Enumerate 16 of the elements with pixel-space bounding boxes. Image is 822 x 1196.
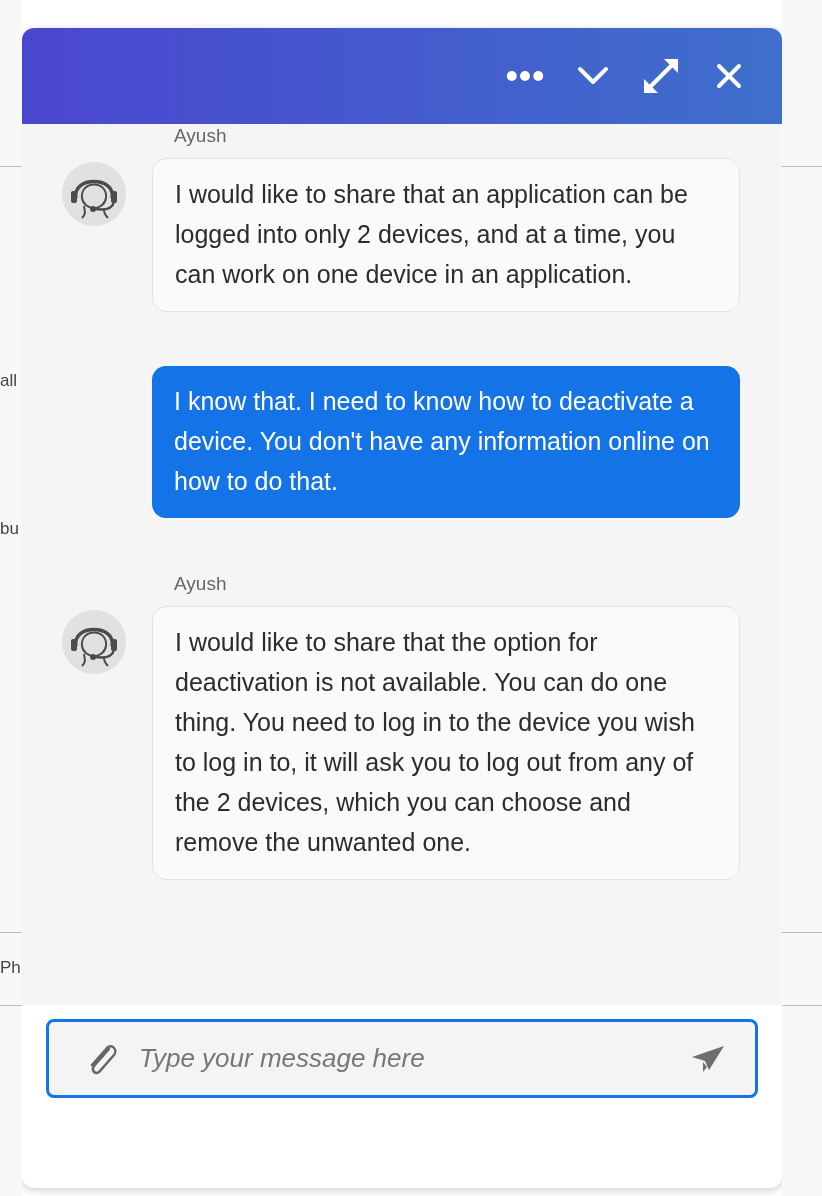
send-button[interactable] xyxy=(691,1043,725,1074)
page-text: all xyxy=(0,370,17,392)
sender-name: Ayush xyxy=(174,572,228,596)
message-box[interactable]: Type your message here xyxy=(46,1019,758,1098)
user-message: I know that. I need to know how to deactivate a device. You don't have any information online on how to do that. xyxy=(152,366,740,518)
chevron-down-icon xyxy=(577,66,609,86)
page-text: bu xyxy=(0,518,19,540)
page-text: Ph xyxy=(0,957,21,979)
send-icon xyxy=(691,1043,725,1074)
close-icon xyxy=(716,63,742,89)
agent-message: I would like to share that an application can be logged into only 2 devices, and at a time, you can work on one device in an application. xyxy=(152,158,740,312)
agent-message: I would like to share that the option for deactivation is not available. You can do one thing. You need to log in to the device you wish to log in to, it will ask you to log out from any of the 2 devices, which you can choose and remove the unwanted one. xyxy=(152,606,740,880)
more-icon xyxy=(506,69,544,83)
sender-name: Ayush xyxy=(174,124,228,148)
message-field[interactable]: Type your message here xyxy=(137,1038,673,1079)
expand-icon xyxy=(642,57,680,95)
